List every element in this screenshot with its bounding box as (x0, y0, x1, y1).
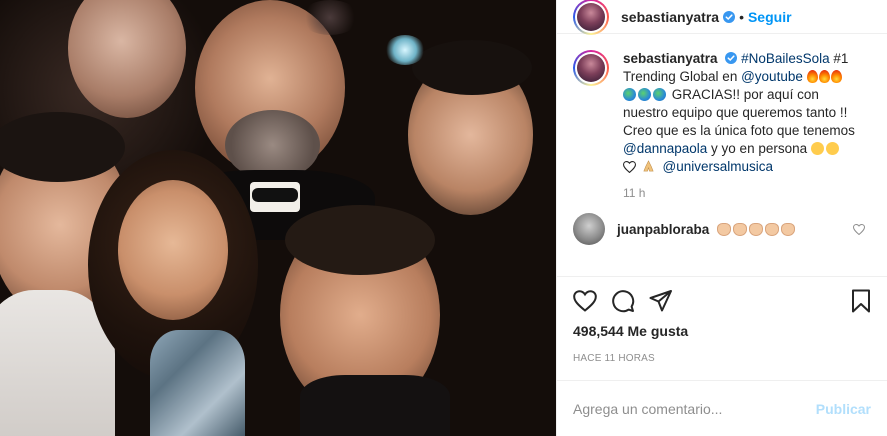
bow-tie (252, 188, 298, 202)
verified-icon (725, 52, 738, 64)
mention-youtube[interactable]: @youtube (741, 69, 803, 84)
fire-icon (806, 69, 843, 84)
caption-yo: y yo en persona (711, 141, 808, 156)
bookmark-icon[interactable] (851, 289, 871, 313)
comment-item: juanpabloraba (573, 213, 871, 245)
light-glare (385, 35, 425, 65)
publish-button[interactable]: Publicar (816, 401, 871, 417)
person-woman (118, 180, 228, 320)
comment-text: juanpabloraba (617, 222, 797, 237)
post-actions: 498,544 Me gusta HACE 11 HORAS (557, 276, 887, 364)
post-timestamp[interactable]: HACE 11 HORAS (573, 353, 871, 364)
author-username[interactable]: sebastianyatra (621, 9, 719, 25)
add-comment-bar: Publicar (557, 380, 887, 436)
separator-dot: • (739, 8, 744, 25)
caption: sebastianyatra #NoBailesSola #1 Trending… (573, 50, 871, 176)
mention-dannapaola[interactable]: @dannapaola (623, 141, 707, 156)
hair-bottom (285, 205, 435, 275)
praying-hands-icon (643, 160, 654, 172)
caption-avatar[interactable] (573, 50, 609, 86)
share-icon[interactable] (649, 290, 673, 312)
mention-universalmusica[interactable]: @universalmusica (663, 159, 774, 174)
caption-time[interactable]: 11 h (623, 186, 871, 200)
author-avatar[interactable] (573, 0, 609, 35)
sequin-dress (150, 330, 245, 436)
post-photo[interactable] (0, 0, 556, 436)
caption-rank: #1 (833, 51, 849, 66)
suit-bottom (300, 375, 450, 436)
comment-icon[interactable] (611, 289, 635, 313)
hair-right (412, 40, 532, 95)
follow-button[interactable]: Seguir (748, 9, 792, 25)
action-icons (573, 283, 871, 319)
globe-icon (623, 87, 668, 102)
heart-icon[interactable] (573, 290, 597, 312)
commenter-username[interactable]: juanpabloraba (617, 222, 709, 237)
laugh-icon (810, 141, 841, 156)
clap-icon (717, 222, 797, 237)
instagram-post: sebastianyatra • Seguir sebastianyatra #… (0, 0, 887, 436)
post-side-panel: sebastianyatra • Seguir sebastianyatra #… (556, 0, 887, 436)
likes-count[interactable]: 498,544 Me gusta (573, 323, 871, 339)
comment-input[interactable] (573, 400, 816, 417)
hashtag-link[interactable]: #NoBailesSola (741, 51, 830, 66)
caption-username[interactable]: sebastianyatra (623, 51, 718, 66)
caption-text: sebastianyatra #NoBailesSola #1 Trending… (623, 50, 855, 176)
post-header: sebastianyatra • Seguir (557, 0, 887, 35)
caption-trending: Trending Global en (623, 69, 738, 84)
verified-icon (723, 10, 736, 23)
comments-section: sebastianyatra #NoBailesSola #1 Trending… (557, 34, 887, 276)
commenter-avatar[interactable] (573, 213, 605, 245)
bg-light (300, 0, 360, 35)
white-heart-icon (623, 161, 636, 173)
comment-like-heart-icon[interactable] (853, 223, 865, 235)
